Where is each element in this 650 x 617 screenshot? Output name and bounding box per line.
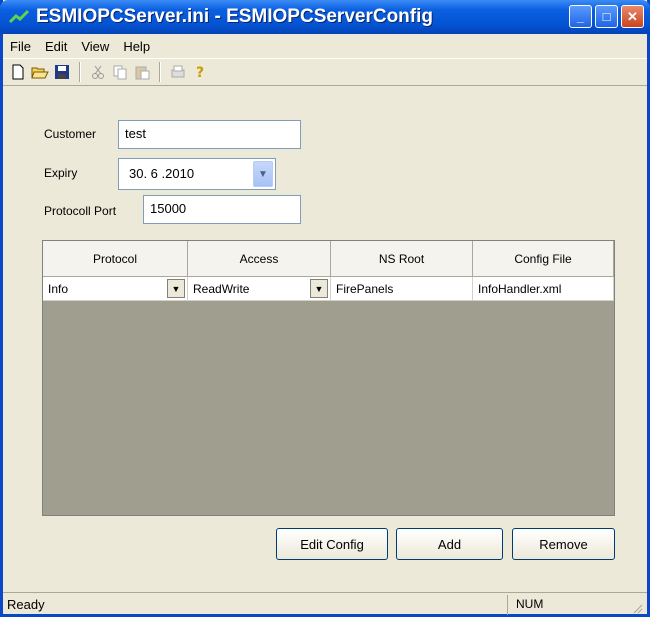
save-icon[interactable] — [51, 61, 73, 83]
customer-label: Customer — [44, 127, 97, 141]
menu-edit[interactable]: Edit — [38, 39, 74, 54]
cut-icon[interactable] — [87, 61, 109, 83]
status-text: Ready — [7, 597, 45, 612]
menu-bar: File Edit View Help — [3, 34, 647, 58]
menu-file[interactable]: File — [3, 39, 38, 54]
toolbar-separator — [79, 62, 81, 82]
port-field[interactable]: 15000 — [143, 195, 301, 224]
dropdown-arrow-icon[interactable]: ▼ — [310, 279, 328, 298]
print-icon[interactable] — [167, 61, 189, 83]
remove-button[interactable]: Remove — [512, 528, 615, 560]
table-row[interactable]: Info ▼ ReadWrite ▼ FirePanels InfoHandle… — [43, 277, 614, 301]
edit-config-button[interactable]: Edit Config — [276, 528, 388, 560]
svg-text:?: ? — [196, 65, 204, 80]
close-button[interactable]: ✕ — [621, 5, 644, 28]
column-header[interactable]: Config File — [473, 241, 614, 277]
grid-header: Protocol Access NS Root Config File — [43, 241, 614, 277]
add-button[interactable]: Add — [396, 528, 503, 560]
dropdown-arrow-icon[interactable]: ▼ — [167, 279, 185, 298]
window-title: ESMIOPCServer.ini - ESMIOPCServerConfig — [36, 6, 433, 27]
copy-icon[interactable] — [109, 61, 131, 83]
column-header[interactable]: NS Root — [331, 241, 473, 277]
column-header[interactable]: Protocol — [43, 241, 188, 277]
paste-icon[interactable] — [131, 61, 153, 83]
help-icon[interactable]: ? — [189, 61, 211, 83]
num-lock-indicator: NUM — [507, 595, 625, 615]
protocol-grid: Protocol Access NS Root Config File Info… — [42, 240, 615, 516]
chevron-down-icon[interactable]: ▼ — [253, 161, 273, 187]
title-bar[interactable]: ESMIOPCServer.ini - ESMIOPCServerConfig … — [0, 0, 650, 34]
expiry-date-picker[interactable]: 30. 6 .2010 ▼ — [118, 158, 276, 190]
cell-value: Info — [48, 281, 69, 296]
expiry-value: 30. 6 .2010 — [129, 166, 195, 181]
port-label: Protocoll Port — [44, 204, 117, 218]
customer-field[interactable]: test — [118, 120, 301, 149]
toolbar-separator — [159, 62, 161, 82]
maximize-button[interactable]: □ — [595, 5, 618, 28]
column-header[interactable]: Access — [188, 241, 331, 277]
main-window: ESMIOPCServer.ini - ESMIOPCServerConfig … — [0, 0, 650, 617]
resize-grip-icon[interactable] — [631, 602, 643, 614]
grid-cell[interactable]: InfoHandler.xml — [473, 277, 614, 301]
new-icon[interactable] — [7, 61, 29, 83]
minimize-button[interactable]: _ — [569, 5, 592, 28]
menu-help[interactable]: Help — [116, 39, 157, 54]
open-icon[interactable] — [29, 61, 51, 83]
toolbar: ? — [3, 58, 647, 86]
menu-view[interactable]: View — [74, 39, 116, 54]
cell-value: ReadWrite — [193, 281, 250, 296]
grid-cell[interactable]: FirePanels — [331, 277, 473, 301]
expiry-label: Expiry — [44, 166, 78, 180]
app-icon — [8, 8, 30, 26]
grid-cell[interactable]: ReadWrite ▼ — [188, 277, 331, 301]
status-bar: Ready NUM — [3, 592, 647, 617]
grid-cell[interactable]: Info ▼ — [43, 277, 188, 301]
